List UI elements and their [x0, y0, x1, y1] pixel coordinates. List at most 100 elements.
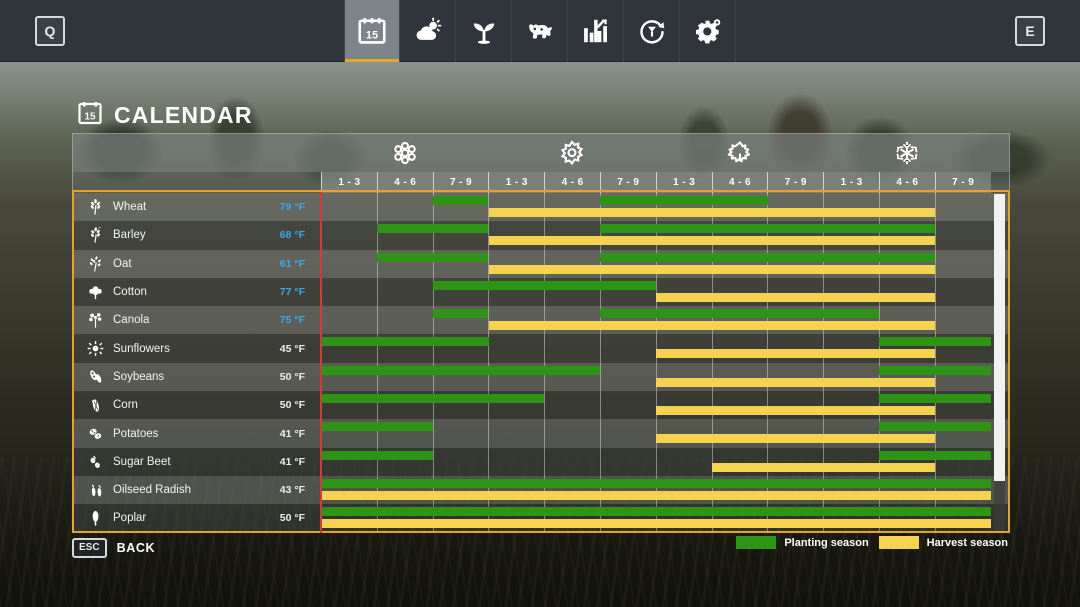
nav-tab-animals[interactable] — [512, 0, 568, 62]
period-label: 4 - 6 — [376, 172, 433, 193]
period-label: 7 - 9 — [934, 172, 991, 193]
top-navigation-bar: Q E 15 — [0, 0, 1080, 62]
timeline-cell — [376, 306, 433, 335]
crop-row[interactable]: Potatoes 41 °F — [73, 419, 1009, 448]
crop-label-cell: Poplar 50 °F — [73, 504, 321, 532]
crop-name: Sugar Beet — [113, 455, 171, 468]
crop-timeline — [321, 277, 991, 307]
crop-timeline — [321, 221, 991, 250]
crop-name: Oat — [113, 257, 132, 270]
planting-season-bar — [600, 224, 936, 234]
timeline-cell — [655, 447, 712, 476]
calendar-icon: 15 — [358, 17, 386, 45]
sugarbeet-icon — [87, 453, 104, 471]
prev-page-key-q[interactable]: Q — [35, 16, 65, 46]
crop-min-temperature: 77 °F — [279, 286, 305, 299]
weather-icon — [414, 17, 442, 45]
timeline-cell — [934, 193, 991, 222]
wheat-icon — [87, 198, 104, 216]
crop-timeline — [321, 419, 991, 448]
crop-name: Cotton — [113, 286, 147, 299]
period-label: 7 - 9 — [767, 172, 823, 193]
crop-timeline — [321, 193, 991, 222]
planting-season-bar — [321, 394, 545, 404]
period-label: 7 - 9 — [599, 172, 656, 193]
svg-text:15: 15 — [84, 112, 96, 123]
timeline-cell — [544, 419, 600, 448]
timeline-cell — [432, 419, 489, 448]
crop-row[interactable]: Oilseed Radish 43 °F — [73, 475, 1009, 505]
poplar-icon — [87, 509, 104, 527]
planting-season-bar — [321, 422, 433, 432]
crop-timeline — [321, 306, 991, 335]
planting-season-bar — [432, 280, 656, 290]
crop-name: Corn — [113, 399, 138, 412]
esc-key[interactable]: ESC — [72, 538, 107, 558]
period-label: 7 - 9 — [432, 172, 489, 193]
crop-label-cell: Corn 50 °F — [73, 391, 321, 419]
nav-tab-production[interactable] — [624, 0, 680, 62]
planting-season-bar — [879, 422, 991, 432]
crop-label-cell: Canola 75 °F — [73, 306, 321, 334]
crop-row[interactable]: Sugar Beet 41 °F — [73, 447, 1009, 476]
back-control[interactable]: ESC BACK — [72, 538, 155, 558]
crop-row[interactable]: Oat 61 °F — [73, 249, 1009, 278]
crop-row[interactable]: Barley 68 °F — [73, 221, 1009, 250]
legend-label: Harvest season — [926, 536, 1008, 549]
crop-min-temperature: 41 °F — [279, 455, 305, 468]
legend-swatch — [878, 536, 919, 549]
crop-name: Soybeans — [113, 370, 165, 383]
next-page-key-e[interactable]: E — [1015, 16, 1045, 46]
crop-label-cell: Potatoes 41 °F — [73, 419, 321, 447]
crop-timeline — [321, 334, 991, 363]
timeline-cell — [934, 249, 991, 278]
crop-min-temperature: 50 °F — [279, 512, 305, 525]
period-label: 1 - 3 — [321, 172, 377, 193]
crop-row[interactable]: Canola 75 °F — [73, 306, 1009, 335]
crop-row[interactable]: Corn 50 °F — [73, 391, 1009, 420]
timeline-cell — [934, 306, 991, 335]
bar-chart-icon — [582, 17, 610, 45]
planting-season-bar — [879, 337, 991, 347]
crop-row[interactable]: Wheat 79 °F — [73, 193, 1009, 222]
crop-row[interactable]: Sunflowers 45 °F — [73, 334, 1009, 363]
nav-tabs: 15 — [344, 0, 736, 62]
nav-tab-crops[interactable] — [456, 0, 512, 62]
crop-timeline — [321, 249, 991, 278]
crop-row[interactable]: Soybeans 50 °F — [73, 362, 1009, 392]
scrollbar-thumb[interactable] — [994, 194, 1005, 481]
crop-timeline — [321, 447, 991, 476]
crop-label-cell: Wheat 79 °F — [73, 193, 321, 221]
timeline-cell — [321, 193, 377, 222]
planting-season-bar — [321, 507, 991, 517]
legend-swatch — [736, 536, 777, 549]
crop-min-temperature: 68 °F — [279, 229, 305, 242]
vertical-scrollbar[interactable] — [994, 194, 1005, 531]
harvest-season-bar — [488, 208, 936, 217]
legend-item: Planting season — [736, 536, 869, 549]
crop-min-temperature: 50 °F — [279, 370, 305, 383]
planting-season-bar — [321, 337, 489, 347]
timeline-cell — [488, 447, 544, 476]
crop-name: Poplar — [113, 512, 147, 525]
nav-tab-weather[interactable] — [400, 0, 456, 62]
calendar-icon: 15 — [78, 101, 102, 130]
crop-timeline — [321, 475, 991, 505]
planting-season-bar — [879, 394, 991, 404]
period-label: 4 - 6 — [711, 172, 768, 193]
timeline-cell — [599, 362, 656, 392]
planting-season-bar — [321, 450, 433, 460]
soybean-icon — [87, 368, 104, 386]
crop-name: Oilseed Radish — [113, 484, 191, 497]
nav-tab-statistics[interactable] — [568, 0, 624, 62]
period-label: 1 - 3 — [655, 172, 712, 193]
nav-tab-settings[interactable] — [680, 0, 736, 62]
crop-row[interactable]: Cotton 77 °F — [73, 277, 1009, 307]
back-label: BACK — [116, 541, 156, 555]
sun-icon — [557, 140, 587, 166]
timeline-cell — [599, 334, 656, 363]
crop-label-cell: Barley 68 °F — [73, 221, 321, 249]
crop-row[interactable]: Poplar 50 °F — [73, 504, 1009, 532]
nav-tab-calendar[interactable]: 15 — [344, 0, 400, 62]
harvest-season-bar — [488, 236, 936, 246]
